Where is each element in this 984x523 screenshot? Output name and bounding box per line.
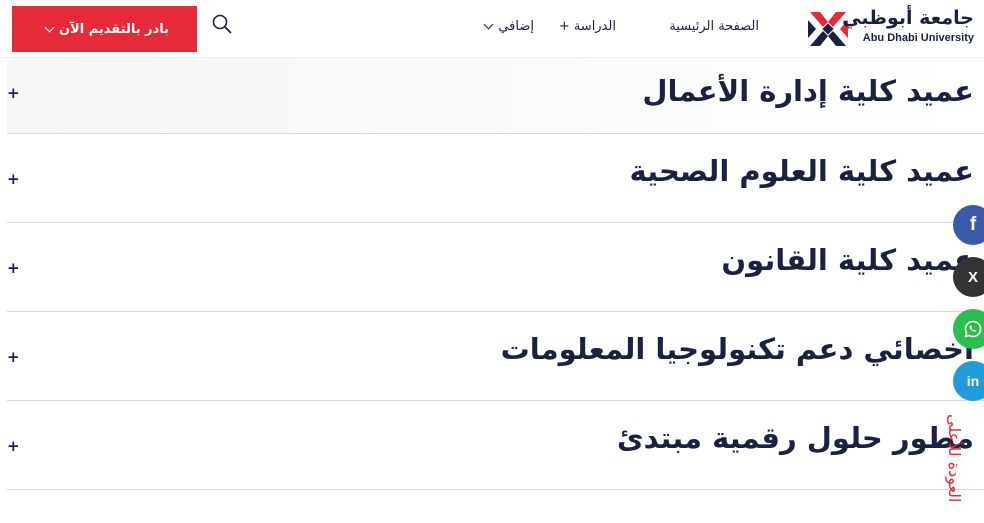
accordion-title: عميد كلية القانون [721,243,974,277]
nav-more-menu[interactable]: إضافي [479,19,534,34]
plus-icon[interactable]: + [7,348,20,366]
apply-now-button[interactable]: بادر بالتقديم الآن [12,6,197,52]
accordion-item[interactable]: عميد كلية إدارة الأعمال + [7,58,984,134]
x-icon: X [968,268,979,286]
chevron-down-icon [483,19,494,30]
nav-home-link[interactable]: الصفحة الرئيسية [669,19,759,34]
plus-icon[interactable]: + [7,84,20,102]
facebook-icon: f [969,214,977,235]
accordion-title: عميد كلية إدارة الأعمال [642,74,974,108]
accordion-title: عميد كلية العلوم الصحية [629,154,974,188]
chevron-down-icon [44,22,55,32]
accordion-item[interactable]: مطور حلول رقمية مبتدئ + [7,401,984,490]
accordion-item[interactable]: عميد كلية القانون + [7,223,984,312]
nav-study-menu[interactable]: الدراسة + [559,19,616,34]
accordion-item[interactable]: عميد كلية العلوم الصحية + [7,134,984,223]
accordion-title: مطور حلول رقمية مبتدئ [617,421,974,455]
logo-arabic-text: جامعة أبوظبي [842,7,974,29]
plus-icon[interactable]: + [7,437,20,455]
plus-icon[interactable]: + [7,170,20,188]
search-icon[interactable] [211,13,233,35]
linkedin-icon: in [966,373,980,389]
accordion-title: اخصائي دعم تكنولوجيا المعلومات [500,332,974,366]
page: جامعة أبوظبي Abu Dhabi University الصفحة… [0,0,984,523]
accordion-item[interactable]: اخصائي دعم تكنولوجيا المعلومات + [7,312,984,401]
back-to-top-link[interactable]: العودة للأعلى [940,392,964,503]
university-logo[interactable]: جامعة أبوظبي Abu Dhabi University [806,6,976,52]
apply-now-label: بادر بالتقديم الآن [58,21,170,37]
plus-icon[interactable]: + [7,259,20,277]
site-header: جامعة أبوظبي Abu Dhabi University الصفحة… [0,0,984,58]
logo-english-text: Abu Dhabi University [862,32,974,44]
jobs-accordion: عميد كلية إدارة الأعمال + عميد كلية العل… [7,58,984,490]
nav-more-label: إضافي [498,19,534,34]
whatsapp-icon [964,320,982,338]
